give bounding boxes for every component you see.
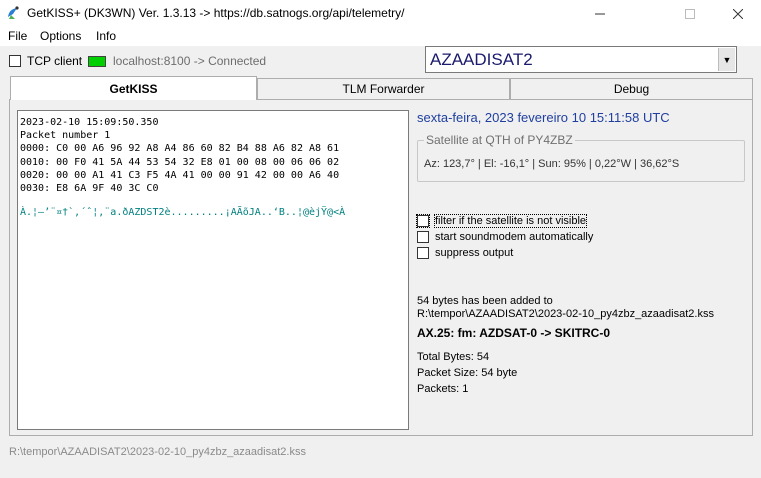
suppress-output-label: suppress output: [435, 247, 514, 259]
tcp-client-checkbox[interactable]: TCP client: [9, 54, 82, 68]
filter-visible-checkbox[interactable]: filter if the satellite is not visible: [416, 214, 588, 228]
connection-status: localhost:8100 -> Connected: [113, 54, 267, 68]
maximize-icon: [685, 8, 695, 19]
satellite-group: Satellite at QTH of PY4ZBZ Az: 123,7° | …: [417, 133, 745, 182]
filter-visible-check[interactable]: [416, 214, 430, 228]
minimize-button[interactable]: [577, 0, 623, 27]
added-line-1: 54 bytes has been added to: [417, 295, 553, 307]
satellite-select[interactable]: AZAADISAT2 ▼: [425, 46, 737, 73]
tcp-client-check[interactable]: [9, 55, 21, 67]
tcp-client-label: TCP client: [27, 54, 83, 68]
packets-count: Packets: 1: [417, 383, 469, 395]
start-soundmodem-label: start soundmodem automatically: [435, 231, 594, 243]
close-button[interactable]: [715, 0, 761, 27]
log-line: 0030: E8 6A 9F 40 3C C0: [20, 183, 159, 195]
close-icon: [733, 8, 743, 19]
suppress-output-check[interactable]: [417, 247, 429, 259]
log-line: 2023-02-10 15:09:50.350: [20, 117, 159, 128]
log-line: Packet number 1: [20, 130, 111, 142]
total-bytes: Total Bytes: 54: [417, 351, 490, 363]
datetime-display: sexta-feira, 2023 fevereiro 10 15:11:58 …: [417, 110, 670, 125]
status-bar: R:\tempor\AZAADISAT2\2023-02-10_py4zbz_a…: [9, 446, 306, 458]
title-bar: GetKISS+ (DK3WN) Ver. 1.3.13 -> https://…: [0, 0, 761, 27]
log-line: 0020: 00 00 A1 41 C3 F5 4A 41 00 00 91 4…: [20, 169, 340, 181]
menu-file[interactable]: File: [8, 29, 27, 43]
minimize-icon: [595, 13, 605, 14]
suppress-output-checkbox[interactable]: suppress output: [417, 247, 513, 259]
satellite-dish-icon: [8, 6, 19, 19]
satellite-group-title: Satellite at QTH of PY4ZBZ: [424, 133, 575, 147]
packet-log[interactable]: 2023-02-10 15:09:50.350 Packet number 1 …: [17, 110, 409, 430]
tab-debug[interactable]: Debug: [510, 78, 753, 99]
tab-getkiss[interactable]: GetKISS: [10, 76, 257, 100]
added-line-2: R:\tempor\AZAADISAT2\2023-02-10_py4zbz_a…: [417, 308, 714, 320]
log-line: 0000: C0 00 A6 96 92 A8 A4 86 60 82 B4 8…: [20, 143, 340, 155]
log-line: 0010: 00 F0 41 5A 44 53 54 32 E8 01 00 0…: [20, 156, 340, 168]
menu-bar: File Options Info: [0, 27, 761, 46]
packet-size: Packet Size: 54 byte: [417, 367, 518, 379]
chevron-down-icon[interactable]: ▼: [718, 48, 735, 71]
maximize-button[interactable]: [667, 0, 713, 27]
log-ascii: À.¦–’¨¤†`‚´ˆ¦‚¨a.ðAZDST2è.........¡AÃõJA…: [20, 207, 346, 219]
satellite-select-value: AZAADISAT2: [430, 50, 533, 69]
start-soundmodem-check[interactable]: [417, 231, 429, 243]
menu-info[interactable]: Info: [96, 29, 116, 43]
tab-tlm-forwarder[interactable]: TLM Forwarder: [257, 78, 510, 99]
start-soundmodem-checkbox[interactable]: start soundmodem automatically: [417, 231, 593, 243]
ax25-header: AX.25: fm: AZDSAT-0 -> SKITRC-0: [417, 326, 611, 340]
connection-led: [88, 56, 106, 67]
filter-visible-label: filter if the satellite is not visible: [433, 214, 588, 228]
menu-options[interactable]: Options: [40, 29, 81, 43]
window-title: GetKISS+ (DK3WN) Ver. 1.3.13 -> https://…: [27, 6, 405, 20]
satellite-position: Az: 123,7° | El: -16,1° | Sun: 95% | 0,2…: [424, 158, 680, 170]
